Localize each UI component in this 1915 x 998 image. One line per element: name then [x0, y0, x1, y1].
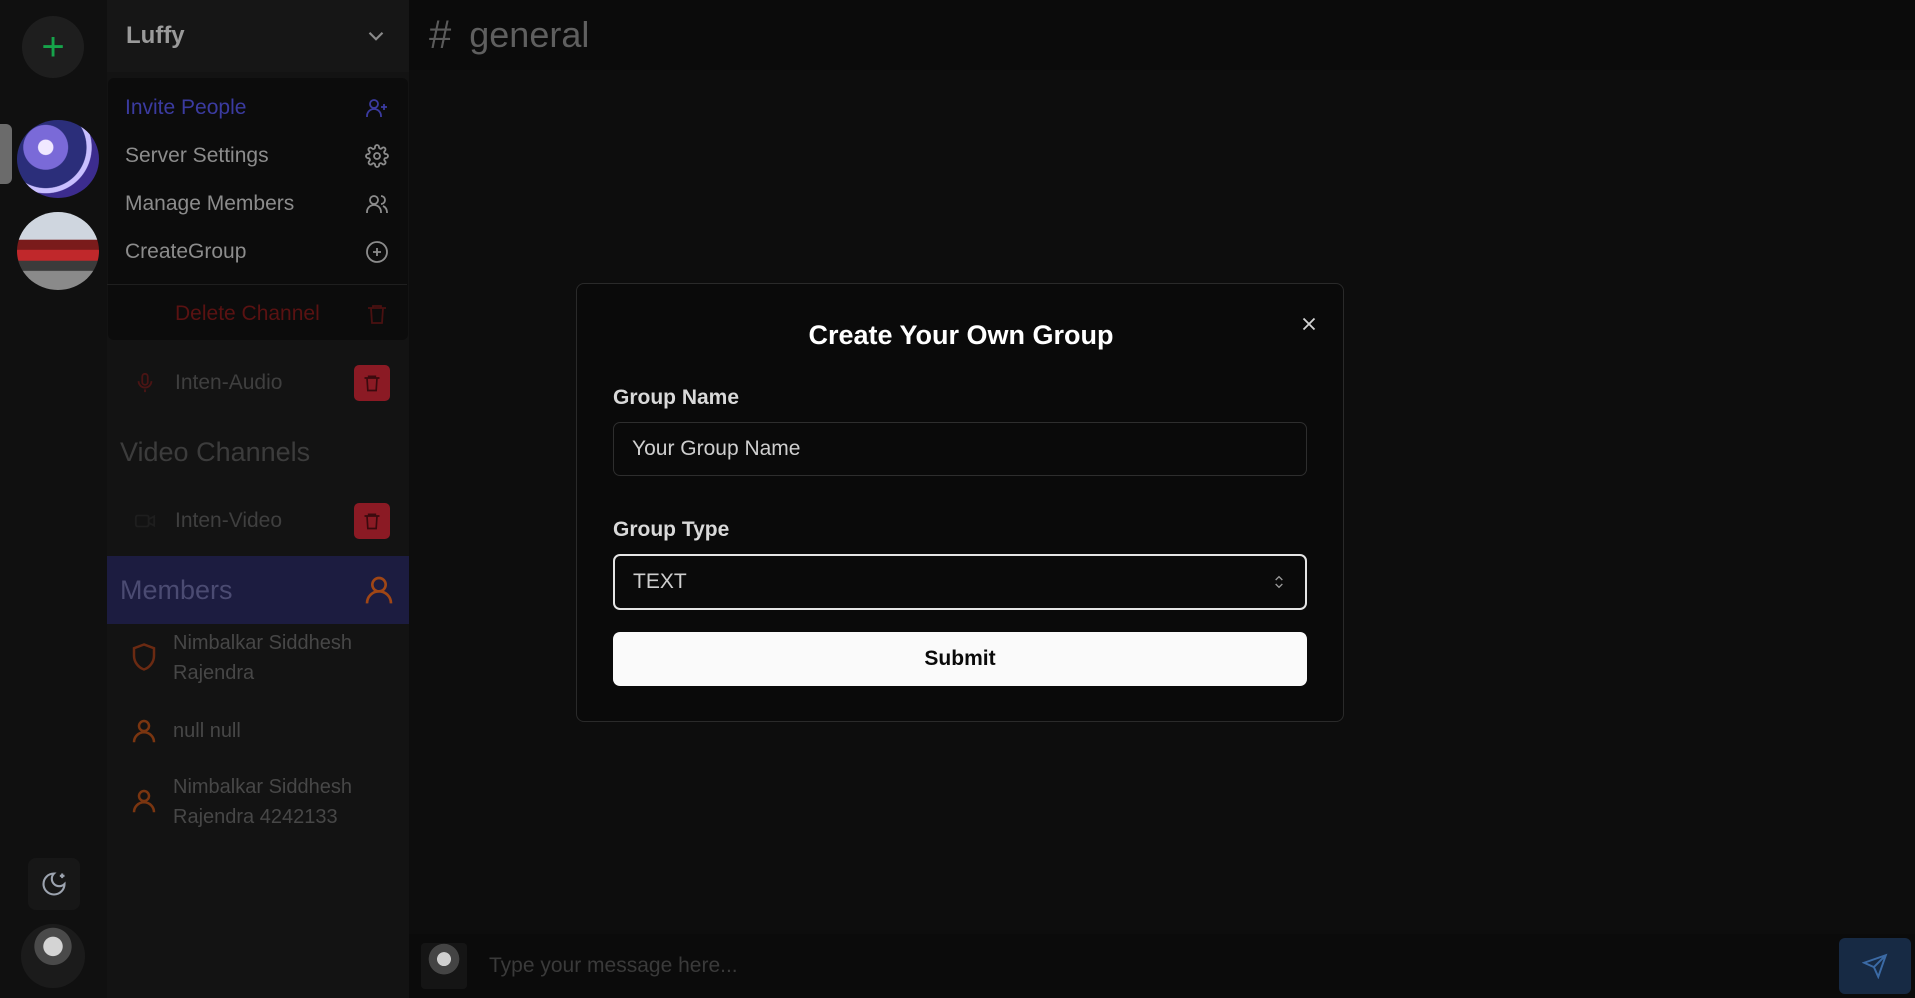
modal-title: Create Your Own Group: [808, 320, 1114, 350]
group-type-label: Group Type: [613, 518, 730, 541]
submit-button[interactable]: Submit: [613, 632, 1307, 686]
close-button[interactable]: [1293, 308, 1325, 340]
group-name-label: Group Name: [613, 386, 740, 409]
app-root: + Luffy Invite People Server Settings Ma…: [0, 0, 1915, 998]
create-group-modal: Create Your Own Group Group Name Your Gr…: [576, 283, 1344, 722]
group-type-value: TEXT: [633, 570, 687, 593]
close-icon: [1302, 317, 1316, 331]
group-type-select[interactable]: TEXT: [613, 554, 1307, 610]
group-name-input[interactable]: Your Group Name: [613, 422, 1307, 476]
chevrons-up-down-icon: [1275, 575, 1283, 589]
